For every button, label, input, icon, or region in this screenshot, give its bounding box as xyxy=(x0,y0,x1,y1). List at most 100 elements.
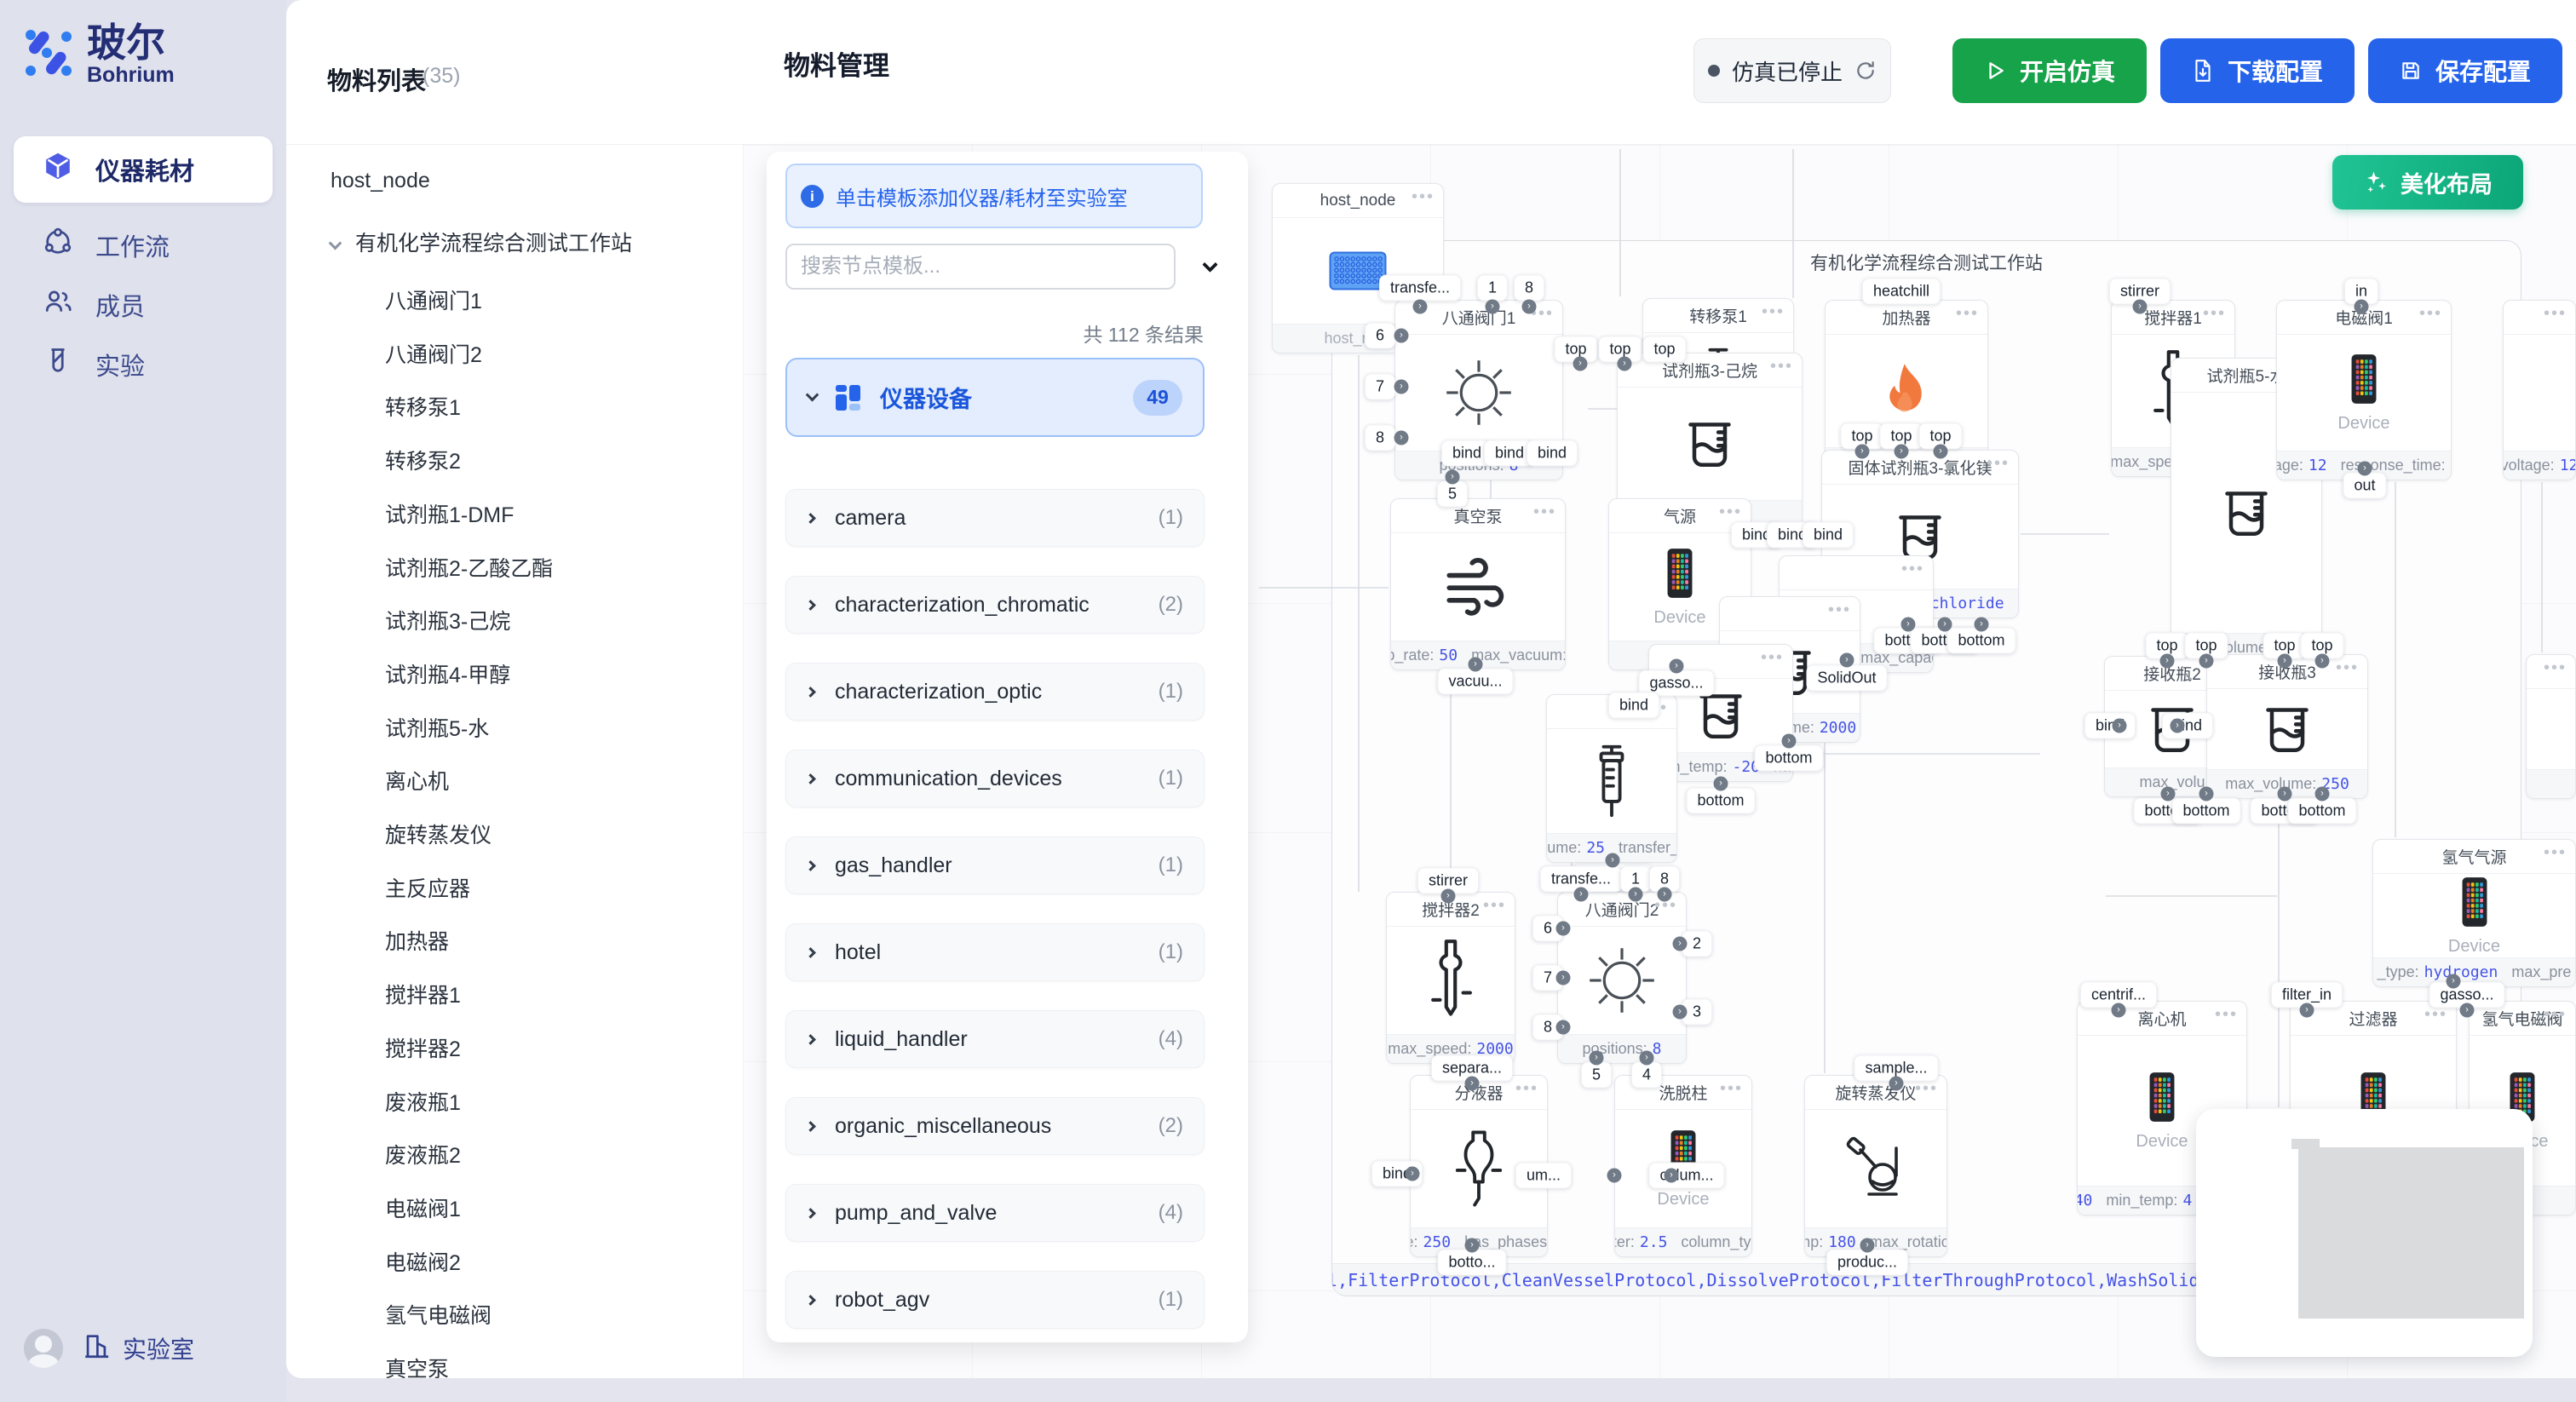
minimap[interactable] xyxy=(2196,1109,2533,1357)
node-menu-icon[interactable]: ••• xyxy=(1533,503,1556,522)
material-tree-item[interactable]: 真空泵 xyxy=(385,1353,449,1378)
port-connector[interactable]: › xyxy=(1658,888,1672,902)
port-connector[interactable]: › xyxy=(1573,357,1588,371)
node-menu-icon[interactable]: ••• xyxy=(1761,648,1784,668)
port-connector[interactable]: › xyxy=(1673,937,1688,951)
canvas-node[interactable]: 旋转蒸发仪•••temp:180max_rotation_ xyxy=(1804,1075,1947,1257)
subcategory-organic_miscellaneous[interactable]: organic_miscellaneous(2) xyxy=(785,1097,1205,1155)
material-tree-item[interactable]: 电磁阀1 xyxy=(385,1192,461,1223)
node-menu-icon[interactable]: ••• xyxy=(1762,302,1785,322)
chevron-down-icon[interactable] xyxy=(1193,252,1227,281)
canvas-node[interactable]: 八通阀门2•••positions:8 xyxy=(1557,892,1687,1064)
port-connector[interactable]: › xyxy=(1486,300,1500,314)
search-template-input[interactable] xyxy=(785,244,1176,290)
node-menu-icon[interactable]: ••• xyxy=(1412,187,1435,207)
node-menu-icon[interactable]: ••• xyxy=(1915,1079,1938,1099)
port-connector[interactable]: › xyxy=(2355,300,2369,314)
canvas-node[interactable]: •••voltage:12 xyxy=(2503,300,2576,480)
material-tree-item[interactable]: 电磁阀2 xyxy=(385,1246,461,1277)
canvas-node[interactable]: •••max_volume:25transfer_rate:10 xyxy=(1546,694,1677,863)
material-tree-item[interactable]: 八通阀门1 xyxy=(385,284,482,315)
port-connector[interactable]: › xyxy=(1840,653,1854,668)
sidebar-item-laboratory[interactable]: 实验室 xyxy=(82,1331,194,1366)
port-connector[interactable]: › xyxy=(1446,470,1460,485)
port-connector[interactable]: › xyxy=(1938,618,1952,632)
port-connector[interactable]: › xyxy=(1606,853,1620,868)
node-menu-icon[interactable]: ••• xyxy=(1828,600,1851,620)
canvas-node[interactable]: 搅拌器2•••max_speed:2000 xyxy=(1386,892,1515,1064)
port-connector[interactable]: › xyxy=(1901,618,1916,632)
canvas-node[interactable]: 接收瓶3•••max_volume:250 xyxy=(2206,654,2368,799)
material-tree-item[interactable]: 试剂瓶5-水 xyxy=(385,712,489,743)
node-menu-icon[interactable]: ••• xyxy=(2544,843,2567,863)
port-connector[interactable]: › xyxy=(1465,1077,1480,1091)
node-menu-icon[interactable]: ••• xyxy=(2544,1005,2567,1025)
port-connector[interactable]: › xyxy=(1782,734,1797,749)
material-tree-item[interactable]: 转移泵1 xyxy=(385,391,461,422)
node-menu-icon[interactable]: ••• xyxy=(1483,896,1506,916)
node-menu-icon[interactable]: ••• xyxy=(2544,304,2567,324)
port-connector[interactable]: › xyxy=(1618,357,1632,371)
subcategory-communication_devices[interactable]: communication_devices(1) xyxy=(785,750,1205,807)
material-tree-item[interactable]: 废液瓶1 xyxy=(385,1086,461,1117)
subcategory-liquid_handler[interactable]: liquid_handler(4) xyxy=(785,1010,1205,1068)
material-tree-item[interactable]: 试剂瓶1-DMF xyxy=(385,498,514,529)
beautify-layout-button[interactable]: 美化布局 xyxy=(2332,155,2523,210)
port-connector[interactable]: › xyxy=(2199,654,2214,669)
port-connector[interactable]: › xyxy=(1714,777,1728,791)
port-connector[interactable]: › xyxy=(2278,787,2292,802)
save-config-button[interactable]: 保存配置 xyxy=(2368,38,2562,103)
subcategory-hotel[interactable]: hotel(1) xyxy=(785,923,1205,981)
port-connector[interactable]: › xyxy=(1855,445,1870,459)
node-menu-icon[interactable]: ••• xyxy=(1956,304,1979,324)
canvas-node[interactable]: 真空泵•••pump_rate:50max_vacuum:0.1 xyxy=(1390,498,1566,670)
port-connector[interactable]: › xyxy=(1934,445,1948,459)
start-simulation-button[interactable]: 开启仿真 xyxy=(1952,38,2147,103)
port-connector[interactable]: › xyxy=(1556,1020,1571,1035)
sidebar-item-experiments[interactable]: 实验 xyxy=(14,334,273,395)
canvas-node[interactable]: ••• xyxy=(2526,654,2576,799)
port-connector[interactable]: › xyxy=(1556,971,1571,985)
category-instruments[interactable]: 仪器设备 49 xyxy=(785,358,1205,437)
port-connector[interactable]: › xyxy=(1590,1051,1604,1066)
port-connector[interactable]: › xyxy=(1975,618,1989,632)
port-connector[interactable]: › xyxy=(1670,659,1684,674)
port-connector[interactable]: › xyxy=(2112,1003,2126,1018)
material-tree-item[interactable]: 氢气电磁阀 xyxy=(385,1299,492,1330)
material-tree-item[interactable]: 搅拌器2 xyxy=(385,1032,461,1063)
port-connector[interactable]: › xyxy=(2358,462,2372,476)
canvas-node[interactable]: 氢气气源•••Device_type:hydrogenmax_pre xyxy=(2372,839,2576,987)
port-connector[interactable]: › xyxy=(1556,922,1571,936)
port-connector[interactable]: › xyxy=(1629,888,1643,902)
port-connector[interactable]: › xyxy=(2161,787,2176,802)
port-connector[interactable]: › xyxy=(1465,1238,1480,1253)
subcategory-camera[interactable]: camera(1) xyxy=(785,489,1205,547)
port-connector[interactable]: › xyxy=(1607,1169,1622,1183)
user-avatar[interactable] xyxy=(24,1329,63,1368)
material-tree-item[interactable]: 试剂瓶2-乙酸乙酯 xyxy=(385,552,553,583)
minimap-viewport[interactable] xyxy=(2298,1147,2524,1319)
port-connector[interactable]: › xyxy=(2199,787,2214,802)
port-connector[interactable]: › xyxy=(2278,654,2292,669)
port-connector[interactable]: › xyxy=(1406,1167,1420,1181)
node-menu-icon[interactable]: ••• xyxy=(2215,1005,2238,1025)
port-connector[interactable]: › xyxy=(1394,329,1409,343)
node-menu-icon[interactable]: ••• xyxy=(1719,503,1742,522)
port-connector[interactable]: › xyxy=(1895,445,1909,459)
material-tree-item[interactable]: 加热器 xyxy=(385,925,449,956)
port-connector[interactable]: › xyxy=(2133,300,2148,314)
port-connector[interactable]: › xyxy=(1640,1051,1654,1066)
port-connector[interactable]: › xyxy=(2171,719,2185,733)
node-menu-icon[interactable]: ••• xyxy=(1770,357,1793,376)
material-tree-item[interactable]: 八通阀门2 xyxy=(385,338,482,369)
tree-root-node[interactable]: host_node xyxy=(331,169,430,193)
node-menu-icon[interactable]: ••• xyxy=(2419,304,2442,324)
material-tree-item[interactable]: 搅拌器1 xyxy=(385,979,461,1009)
port-connector[interactable]: › xyxy=(2447,974,2461,989)
node-menu-icon[interactable]: ••• xyxy=(1515,1079,1538,1099)
tree-group-node[interactable]: 有机化学流程综合测试工作站 xyxy=(331,227,632,257)
port-connector[interactable]: › xyxy=(1889,1077,1904,1091)
port-connector[interactable]: › xyxy=(1394,380,1409,394)
subcategory-pump_and_valve[interactable]: pump_and_valve(4) xyxy=(785,1184,1205,1242)
canvas-node[interactable]: 电磁阀1•••Devicevoltage:12response_time:0.1 xyxy=(2276,300,2452,480)
